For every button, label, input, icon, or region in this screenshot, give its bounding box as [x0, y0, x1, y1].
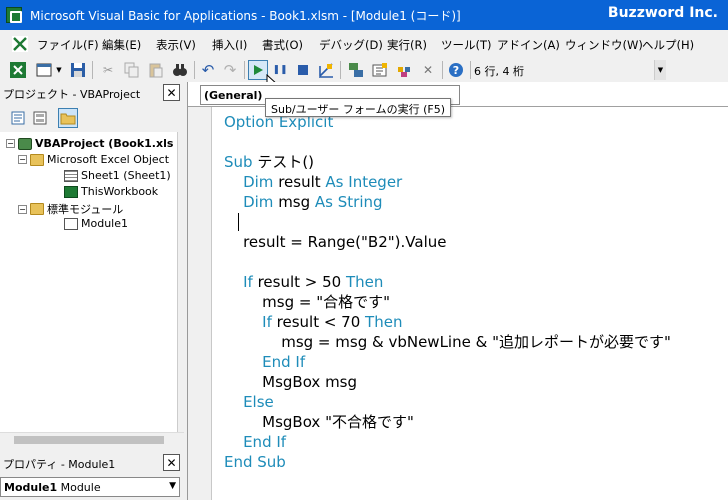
brand-label: Buzzword Inc. [607, 5, 718, 21]
menu-window[interactable]: ウィンドウ(W) [565, 37, 643, 53]
redo-icon[interactable]: ↷ [220, 60, 240, 80]
view-object-button[interactable] [30, 108, 50, 128]
tree-node-vbaproject[interactable]: − VBAProject (Book1.xls [6, 137, 173, 150]
code-window[interactable]: (General) Option Explicit Sub テスト() Dim r… [187, 82, 728, 500]
view-excel-icon[interactable] [8, 60, 28, 80]
window-title: Microsoft Visual Basic for Applications … [30, 9, 461, 23]
properties-pane-title: プロパティ - Module1 [3, 458, 116, 471]
project-pane-toolbar [0, 106, 184, 130]
properties-object-dropdown[interactable]: Module1 Module ▼ [0, 477, 180, 497]
project-pane-header: プロジェクト - VBAProject ✕ [0, 82, 184, 104]
svg-text:?: ? [453, 64, 459, 77]
text-cursor [238, 213, 239, 231]
menu-insert[interactable]: 挿入(I) [212, 37, 247, 53]
tree-node-label: Sheet1 (Sheet1) [81, 169, 171, 182]
copy-icon[interactable] [122, 60, 142, 80]
tree-node-label: ThisWorkbook [81, 185, 159, 198]
code-line[interactable]: If result < 70 Then [224, 312, 402, 332]
menu-help[interactable]: ヘルプ(H) [642, 37, 694, 53]
project-tree: − VBAProject (Book1.xls − Microsoft Exce… [0, 132, 178, 432]
undo-icon[interactable]: ↶ [198, 60, 218, 80]
menu-edit[interactable]: 編集(E) [102, 37, 141, 53]
cursor-position-status: 6 行, 4 桁 [474, 65, 524, 78]
excel-app-icon[interactable] [6, 7, 22, 23]
collapse-icon[interactable]: − [18, 155, 27, 164]
tree-node-label: VBAProject (Book1.xls [35, 137, 174, 150]
code-line[interactable]: Else [224, 392, 274, 412]
tree-node-excel-objects[interactable]: − Microsoft Excel Object [18, 153, 169, 166]
code-line[interactable]: MsgBox msg [224, 372, 357, 392]
tree-node-label: Microsoft Excel Object [47, 153, 170, 166]
project-explorer-icon[interactable] [346, 60, 366, 80]
tree-node-thisworkbook[interactable]: ThisWorkbook [64, 185, 158, 198]
dropdown-arrow-icon[interactable]: ▼ [54, 60, 64, 80]
tree-node-sheet1[interactable]: Sheet1 (Sheet1) [64, 169, 171, 182]
code-line[interactable]: End Sub [224, 452, 286, 472]
design-mode-icon[interactable] [316, 60, 336, 80]
code-line[interactable]: End If [224, 432, 286, 452]
toolbox-icon[interactable]: ✕ [418, 60, 438, 80]
collapse-icon[interactable]: − [6, 139, 15, 148]
object-browser-icon[interactable] [394, 60, 414, 80]
code-line[interactable]: MsgBox "不合格です" [224, 412, 414, 432]
project-tree-scrollbar[interactable] [0, 432, 184, 446]
collapse-icon[interactable]: − [18, 204, 27, 214]
help-icon[interactable]: ? [446, 60, 466, 80]
run-sub-button[interactable] [248, 60, 268, 80]
sheet-icon [64, 169, 78, 182]
vbproject-icon [18, 137, 32, 150]
workbook-icon [64, 185, 78, 198]
view-code-button[interactable] [8, 108, 28, 128]
menu-tools[interactable]: ツール(T) [441, 37, 492, 53]
object-name: Module1 [4, 481, 58, 494]
menu-run[interactable]: 実行(R) [387, 37, 427, 53]
folder-icon [30, 203, 44, 215]
properties-pane-close-button[interactable]: ✕ [163, 454, 180, 471]
tree-node-label: Module1 [81, 217, 128, 230]
object-dropdown-value: (General) [204, 89, 263, 102]
menu-bar: ファイル(F) 編集(E) 表示(V) 挿入(I) 書式(O) デバッグ(D) … [0, 30, 728, 58]
code-line[interactable]: End If [224, 352, 305, 372]
menu-view[interactable]: 表示(V) [156, 37, 196, 53]
tree-node-standard-modules[interactable]: − 標準モジュール [18, 201, 123, 217]
tree-node-module1[interactable]: Module1 [64, 217, 128, 230]
code-line[interactable]: msg = "合格です" [224, 292, 390, 312]
cut-icon[interactable]: ✂ [98, 60, 118, 80]
find-icon[interactable] [170, 60, 190, 80]
toolbar-options-icon[interactable]: ▼ [654, 60, 666, 80]
run-tooltip: Sub/ユーザー フォームの実行 (F5) [265, 98, 451, 117]
scrollbar-thumb[interactable] [14, 436, 164, 444]
code-line[interactable]: If result > 50 Then [224, 272, 383, 292]
folder-icon [30, 153, 44, 166]
reset-icon[interactable] [293, 60, 313, 80]
project-pane-close-button[interactable]: ✕ [163, 84, 180, 101]
insert-userform-icon[interactable] [34, 60, 54, 80]
menu-format[interactable]: 書式(O) [262, 37, 303, 53]
menu-addins[interactable]: アドイン(A) [497, 37, 560, 53]
menu-debug[interactable]: デバッグ(D) [319, 37, 383, 53]
code-line[interactable]: Sub テスト() [224, 152, 314, 172]
module-icon [64, 217, 78, 230]
properties-pane-header: プロパティ - Module1 ✕ [0, 452, 184, 474]
title-bar: Microsoft Visual Basic for Applications … [0, 0, 728, 30]
properties-window-icon[interactable] [370, 60, 390, 80]
object-type: Module [60, 481, 101, 494]
standard-toolbar: ▼ ✂ ↶ ↷ ❚❚ ✕ ? 6 行, 4 桁 ▼ [0, 58, 666, 82]
tree-node-label: 標準モジュール [47, 203, 124, 216]
menu-file[interactable]: ファイル(F) [37, 37, 99, 53]
view-excel-icon[interactable] [12, 36, 28, 52]
code-line[interactable]: result = Range("B2").Value [224, 232, 446, 252]
code-line[interactable]: Dim msg As String [224, 192, 382, 212]
code-line[interactable]: Dim result As Integer [224, 172, 402, 192]
code-margin-indicator-bar[interactable] [188, 107, 212, 500]
paste-icon[interactable] [146, 60, 166, 80]
code-line[interactable]: msg = msg & vbNewLine & "追加レポートが必要です" [224, 332, 671, 352]
properties-object-value: Module1 Module [4, 481, 101, 494]
toggle-folders-button[interactable] [58, 108, 78, 128]
project-pane-title: プロジェクト - VBAProject [3, 88, 141, 101]
save-icon[interactable] [68, 60, 88, 80]
chevron-down-icon: ▼ [169, 481, 176, 491]
